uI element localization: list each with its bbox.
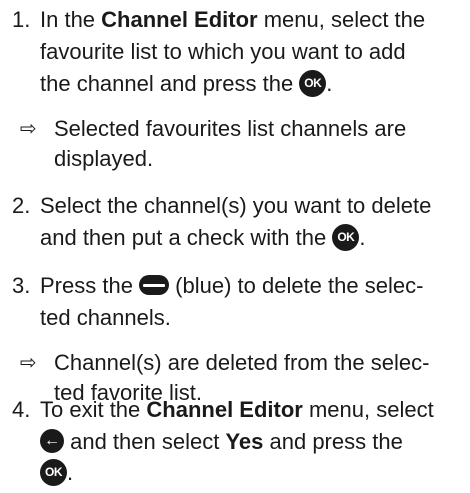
- step-text: In the Channel Editor menu, select the f…: [40, 7, 426, 97]
- step-text: Press the (blue) to delete the selec- te…: [40, 273, 424, 330]
- step-text: To exit the Channel Editor menu, select …: [40, 397, 434, 486]
- result-arrow-icon: ⇨: [20, 118, 37, 140]
- result-1: ⇨ Selected favourites list channels are …: [0, 114, 470, 176]
- step-text: Select the channel(s) you want to delete…: [40, 193, 432, 251]
- result-arrow-icon: ⇨: [20, 352, 37, 374]
- ok-button-icon: OK: [40, 458, 67, 486]
- step-number: 1.: [12, 7, 31, 32]
- ok-button-icon: OK: [332, 223, 360, 251]
- step-3: 3. Press the (blue) to delete the selec-…: [0, 270, 470, 336]
- option-yes: Yes: [225, 429, 264, 454]
- ok-button-icon: OK: [299, 69, 327, 97]
- back-arrow-icon: ←: [40, 429, 64, 454]
- result-text: Selected favourites list channels are di…: [54, 116, 407, 171]
- step-number: 3.: [12, 273, 31, 298]
- step-number: 4.: [12, 397, 31, 422]
- step-2: 2. Select the channel(s) you want to del…: [0, 190, 470, 256]
- step-number: 2.: [12, 193, 31, 218]
- step-1: 1. In the Channel Editor menu, select th…: [0, 4, 470, 104]
- menu-name: Channel Editor: [101, 7, 258, 32]
- blue-button-icon: [139, 275, 170, 296]
- instruction-document: 1. In the Channel Editor menu, select th…: [0, 0, 470, 493]
- menu-name: Channel Editor: [146, 397, 303, 422]
- step-4: 4. To exit the Channel Editor menu, sele…: [0, 394, 470, 492]
